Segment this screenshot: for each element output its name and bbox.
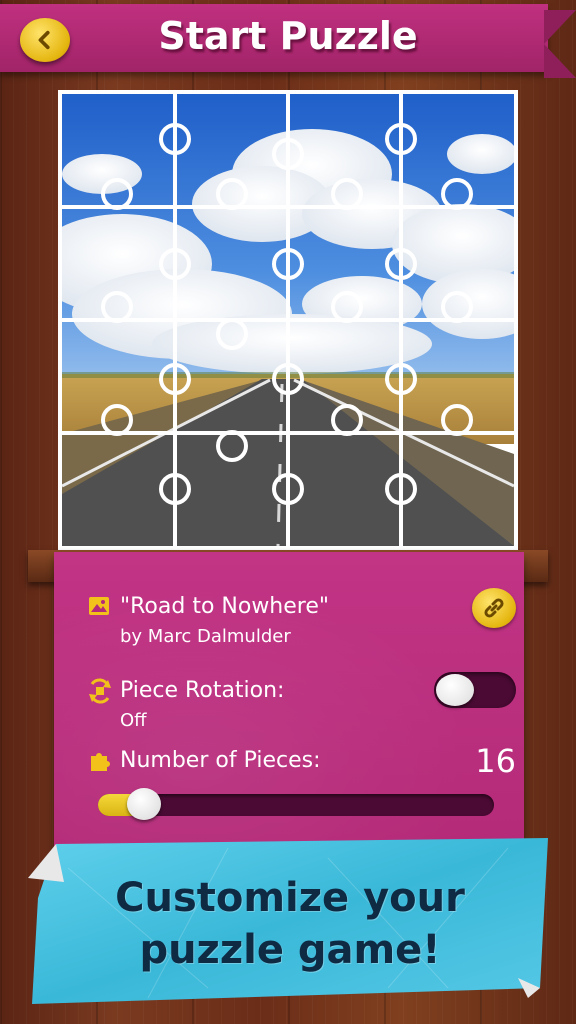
link-button[interactable] — [472, 588, 516, 628]
road-photo — [62, 94, 514, 546]
image-title: "Road to Nowhere" — [120, 594, 329, 619]
rotation-label: Piece Rotation: — [120, 678, 285, 703]
pieces-slider-knob[interactable] — [127, 788, 161, 820]
pieces-value: 16 — [475, 742, 516, 780]
pieces-label: Number of Pieces: — [120, 748, 321, 773]
promo-text: Customize your puzzle game! — [28, 872, 552, 976]
image-icon — [89, 597, 109, 615]
puzzle-preview-image[interactable] — [62, 94, 514, 546]
puzzle-preview-frame — [58, 90, 518, 550]
promo-line-1: Customize your — [115, 875, 465, 921]
image-author: by Marc Dalmulder — [120, 626, 291, 647]
rotation-value: Off — [120, 710, 147, 731]
link-icon — [484, 598, 504, 618]
page-title: Start Puzzle — [158, 14, 418, 58]
rotation-toggle-knob[interactable] — [436, 674, 474, 706]
puzzle-piece-icon — [91, 753, 110, 771]
rotation-toggle[interactable] — [434, 672, 516, 708]
promo-line-2: puzzle game! — [139, 927, 441, 973]
rotate-icon — [89, 678, 111, 704]
